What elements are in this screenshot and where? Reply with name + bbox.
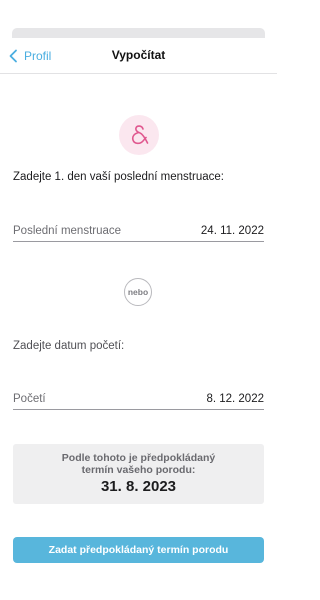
last-period-value: 24. 11. 2022 [200, 225, 264, 237]
conception-prompt: Zadejte datum početí: [13, 340, 125, 352]
last-period-prompt: Zadejte 1. den vaší poslední menstruace: [13, 171, 224, 183]
due-date-value: 31. 8. 2023 [100, 478, 177, 495]
conception-label: Početí [13, 393, 46, 405]
page-title: Vypočítat [111, 48, 166, 62]
or-separator-badge: nebo [124, 278, 152, 306]
conception-value: 8. 12. 2022 [206, 393, 264, 405]
navigation-bar: Profil Vypočítat [0, 38, 277, 74]
result-box: Podle tohoto je předpokládaný termín vaš… [13, 444, 264, 504]
conception-field[interactable]: Početí 8. 12. 2022 [13, 388, 264, 410]
last-period-label: Poslední menstruace [13, 225, 122, 237]
submit-due-date-button[interactable]: Zadat předpokládaný termín porodu [13, 537, 264, 563]
calculator-content: Zadejte 1. den vaší poslední menstruace:… [0, 75, 277, 600]
result-description: Podle tohoto je předpokládaný termín vaš… [61, 452, 216, 476]
sheet-background-card [12, 28, 265, 38]
last-period-field[interactable]: Poslední menstruace 24. 11. 2022 [13, 220, 264, 242]
ampersand-logo-icon [119, 115, 159, 155]
